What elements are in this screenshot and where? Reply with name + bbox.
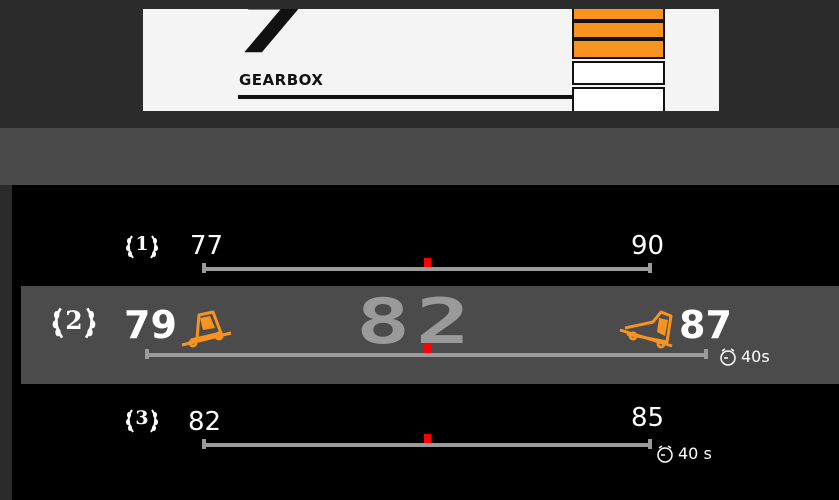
row3-current-marker: [424, 434, 431, 443]
stopwatch-icon: [657, 444, 673, 463]
gear-stack-box-5: [572, 87, 665, 111]
gearbox-label: GEARBOX: [239, 71, 324, 89]
gearbox-card: 7 GEARBOX: [143, 9, 719, 111]
gear-number: 7: [237, 9, 302, 69]
rank-1: 1: [135, 233, 149, 255]
row2-timer-label: 40s: [741, 347, 770, 366]
row1-range-bar: [204, 267, 652, 271]
stopwatch-icon: [720, 347, 736, 366]
row2-bar-cap-right: [704, 349, 708, 359]
row2-current-marker: [424, 344, 431, 353]
row3-low: 82: [188, 407, 222, 437]
row3-timer: 40 s: [656, 444, 712, 463]
row3-bar-cap-right: [648, 439, 652, 449]
gear-stack-box-1: [572, 9, 665, 21]
row1-high: 90: [631, 231, 665, 261]
row1-current-marker: [424, 258, 431, 267]
truck-downhill-icon: [181, 310, 232, 348]
gearbox-underline: [238, 95, 572, 99]
row3-high: 85: [631, 403, 665, 433]
row2-range-bar: [147, 353, 707, 357]
row2-high: 87: [679, 303, 732, 347]
gear-stack-box-2: [572, 21, 665, 39]
row3-bar-cap-left: [202, 439, 206, 449]
row3-range-bar: [204, 443, 652, 447]
row2-timer: 40s: [719, 347, 770, 366]
row2-bar-cap-left: [145, 349, 149, 359]
gear-stack-box-3: [572, 39, 665, 59]
current-speed: 82: [356, 285, 476, 358]
truck-uphill-icon: [619, 310, 673, 349]
rank-2: 2: [65, 306, 83, 335]
row1-bar-cap-right: [648, 263, 652, 273]
row1-low: 77: [190, 231, 224, 261]
row1-bar-cap-left: [202, 263, 206, 273]
row3-timer-label: 40 s: [678, 444, 712, 463]
row2-low: 79: [124, 303, 177, 347]
gear-stack-box-4: [572, 61, 665, 85]
rank-3: 3: [135, 407, 149, 429]
middle-band: [0, 128, 839, 185]
